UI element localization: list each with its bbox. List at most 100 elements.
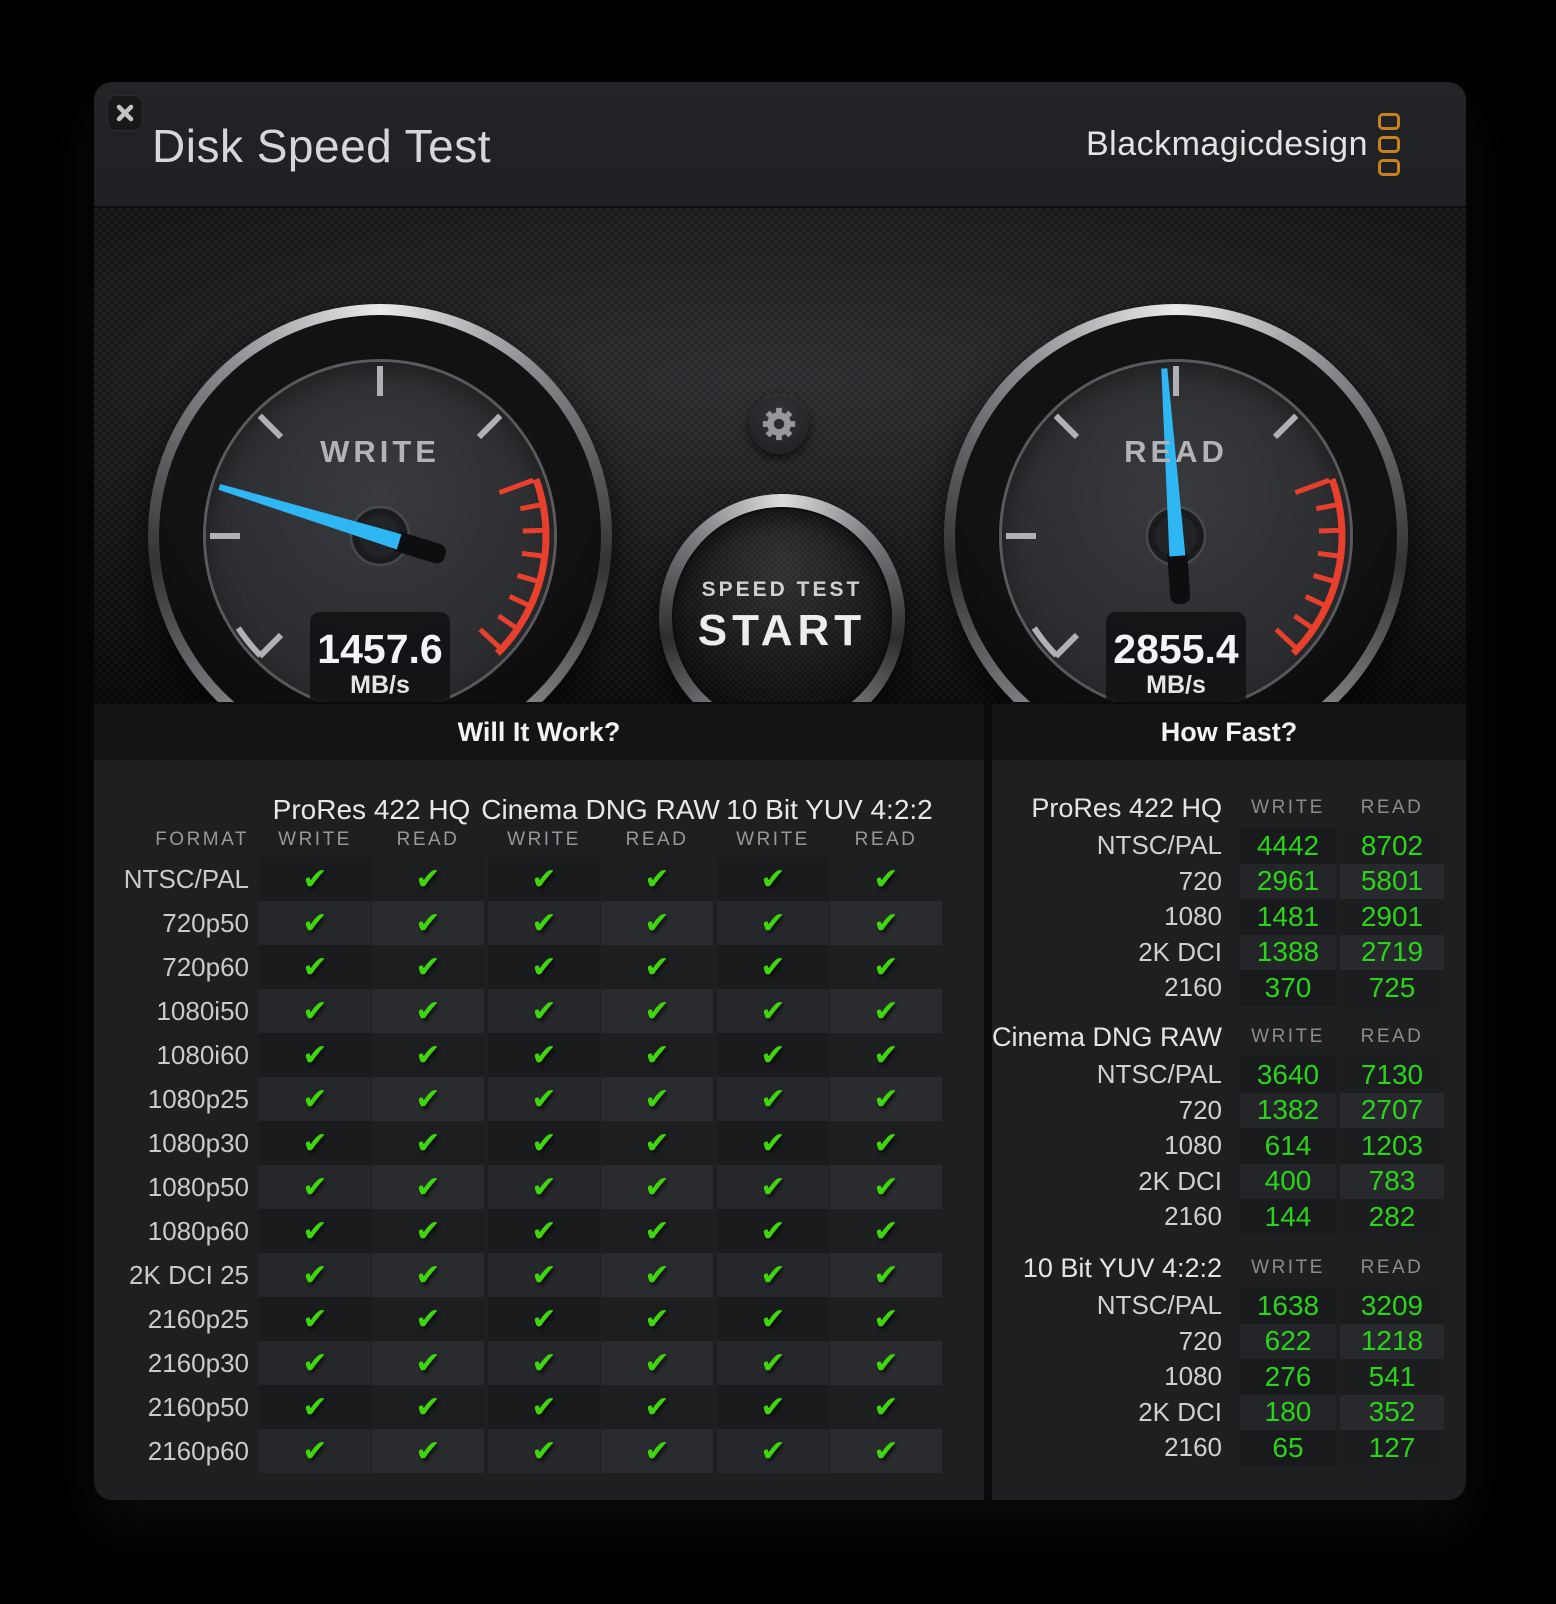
check-cell: ✔ <box>601 901 713 945</box>
check-cell: ✔ <box>601 989 713 1033</box>
brand-logo: Blackmagicdesign <box>1086 82 1400 206</box>
check-icon: ✔ <box>644 1434 669 1469</box>
check-icon: ✔ <box>415 1346 440 1381</box>
check-icon: ✔ <box>644 1302 669 1337</box>
gauge-panel: WRITE 1457.6 MB/s READ 2855.4 MB/s SPEED… <box>94 206 1466 702</box>
check-cell: ✔ <box>488 1165 600 1209</box>
check-icon: ✔ <box>644 1170 669 1205</box>
check-cell: ✔ <box>372 945 484 989</box>
write-gauge-label: WRITE <box>148 434 612 470</box>
format-label: 720p60 <box>94 952 249 983</box>
check-icon: ✔ <box>760 950 785 985</box>
check-cell: ✔ <box>259 1341 371 1385</box>
how-fast-panel: How Fast? ProRes 422 HQWRITEREADNTSC/PAL… <box>992 704 1466 1500</box>
check-icon: ✔ <box>760 994 785 1029</box>
resolution-label: 720 <box>822 1093 1222 1129</box>
check-icon: ✔ <box>415 862 440 897</box>
write-speed-cell: 144 <box>1240 1199 1336 1235</box>
check-icon: ✔ <box>531 1434 556 1469</box>
check-icon: ✔ <box>415 906 440 941</box>
check-cell: ✔ <box>601 1121 713 1165</box>
check-icon: ✔ <box>415 994 440 1029</box>
will-it-work-title: Will It Work? <box>458 717 621 748</box>
check-icon: ✔ <box>644 1346 669 1381</box>
check-cell: ✔ <box>372 1077 484 1121</box>
write-speed-cell: 614 <box>1240 1128 1336 1164</box>
check-cell: ✔ <box>717 1033 829 1077</box>
speed-section-header: 10 Bit YUV 4:2:2WRITEREAD <box>992 1248 1466 1288</box>
check-icon: ✔ <box>302 1346 327 1381</box>
check-icon: ✔ <box>415 1302 440 1337</box>
speed-row: 108014812901 <box>992 899 1466 935</box>
results-area: Will It Work? ProRes 422 HQ Cinema DNG RA… <box>94 702 1466 1500</box>
check-icon: ✔ <box>760 1038 785 1073</box>
check-cell: ✔ <box>372 1253 484 1297</box>
check-cell: ✔ <box>717 989 829 1033</box>
check-cell: ✔ <box>717 1077 829 1121</box>
format-label: 1080p30 <box>94 1128 249 1159</box>
speed-row: 216065127 <box>992 1430 1466 1466</box>
speed-section-header: ProRes 422 HQWRITEREAD <box>992 788 1466 828</box>
check-cell: ✔ <box>601 1297 713 1341</box>
check-cell: ✔ <box>717 1429 829 1473</box>
resolution-label: NTSC/PAL <box>822 1057 1222 1093</box>
check-icon: ✔ <box>531 1346 556 1381</box>
check-icon: ✔ <box>644 1038 669 1073</box>
settings-button[interactable] <box>749 394 809 454</box>
read-speed-unit: MB/s <box>1146 671 1206 700</box>
check-cell: ✔ <box>601 1165 713 1209</box>
check-cell: ✔ <box>372 1033 484 1077</box>
resolution-label: 2160 <box>822 970 1222 1006</box>
read-speed-cell: 5801 <box>1340 864 1444 900</box>
check-icon: ✔ <box>760 1126 785 1161</box>
check-icon: ✔ <box>760 1214 785 1249</box>
check-icon: ✔ <box>760 1170 785 1205</box>
speed-row: NTSC/PAL16383209 <box>992 1288 1466 1324</box>
codec-name: ProRes 422 HQ <box>822 788 1222 828</box>
check-cell: ✔ <box>488 1429 600 1473</box>
check-icon: ✔ <box>644 1258 669 1293</box>
title-bar[interactable]: Disk Speed Test Blackmagicdesign <box>94 82 1466 206</box>
close-button[interactable] <box>107 95 143 131</box>
check-icon: ✔ <box>644 994 669 1029</box>
resolution-label: 2K DCI <box>822 1395 1222 1431</box>
check-icon: ✔ <box>415 1126 440 1161</box>
check-cell: ✔ <box>259 1033 371 1077</box>
format-label: 2160p50 <box>94 1392 249 1423</box>
codec-name: Cinema DNG RAW <box>822 1017 1222 1057</box>
check-cell: ✔ <box>601 945 713 989</box>
write-value-box: 1457.6 MB/s <box>310 612 450 716</box>
speed-row: NTSC/PAL36407130 <box>992 1057 1466 1093</box>
check-icon: ✔ <box>531 1214 556 1249</box>
how-fast-title: How Fast? <box>1161 717 1298 748</box>
how-fast-header: How Fast? <box>992 704 1466 760</box>
check-icon: ✔ <box>760 1258 785 1293</box>
column-header: WRITE <box>278 826 352 854</box>
check-cell: ✔ <box>259 1077 371 1121</box>
write-speed-cell: 180 <box>1240 1395 1336 1431</box>
check-cell: ✔ <box>717 1297 829 1341</box>
format-label: 2K DCI 25 <box>94 1260 249 1291</box>
check-icon: ✔ <box>415 1390 440 1425</box>
app-window: Disk Speed Test Blackmagicdesign WRITE 1… <box>94 82 1466 1500</box>
check-cell: ✔ <box>259 1385 371 1429</box>
resolution-label: 1080 <box>822 899 1222 935</box>
read-speed-cell: 541 <box>1340 1359 1444 1395</box>
check-icon: ✔ <box>760 1390 785 1425</box>
check-icon: ✔ <box>302 1258 327 1293</box>
check-icon: ✔ <box>644 906 669 941</box>
resolution-label: NTSC/PAL <box>822 828 1222 864</box>
format-label: 1080i60 <box>94 1040 249 1071</box>
read-speed-value: 2855.4 <box>1113 628 1238 671</box>
check-cell: ✔ <box>488 857 600 901</box>
check-cell: ✔ <box>488 1033 600 1077</box>
resolution-label: 720 <box>822 1324 1222 1360</box>
check-icon: ✔ <box>302 1302 327 1337</box>
brand-logo-icon <box>1378 113 1400 176</box>
speed-row: NTSC/PAL44428702 <box>992 828 1466 864</box>
write-speed-cell: 2961 <box>1240 864 1336 900</box>
read-value-box: 2855.4 MB/s <box>1106 612 1246 716</box>
check-cell: ✔ <box>601 1209 713 1253</box>
format-label: 1080p60 <box>94 1216 249 1247</box>
check-cell: ✔ <box>372 1341 484 1385</box>
